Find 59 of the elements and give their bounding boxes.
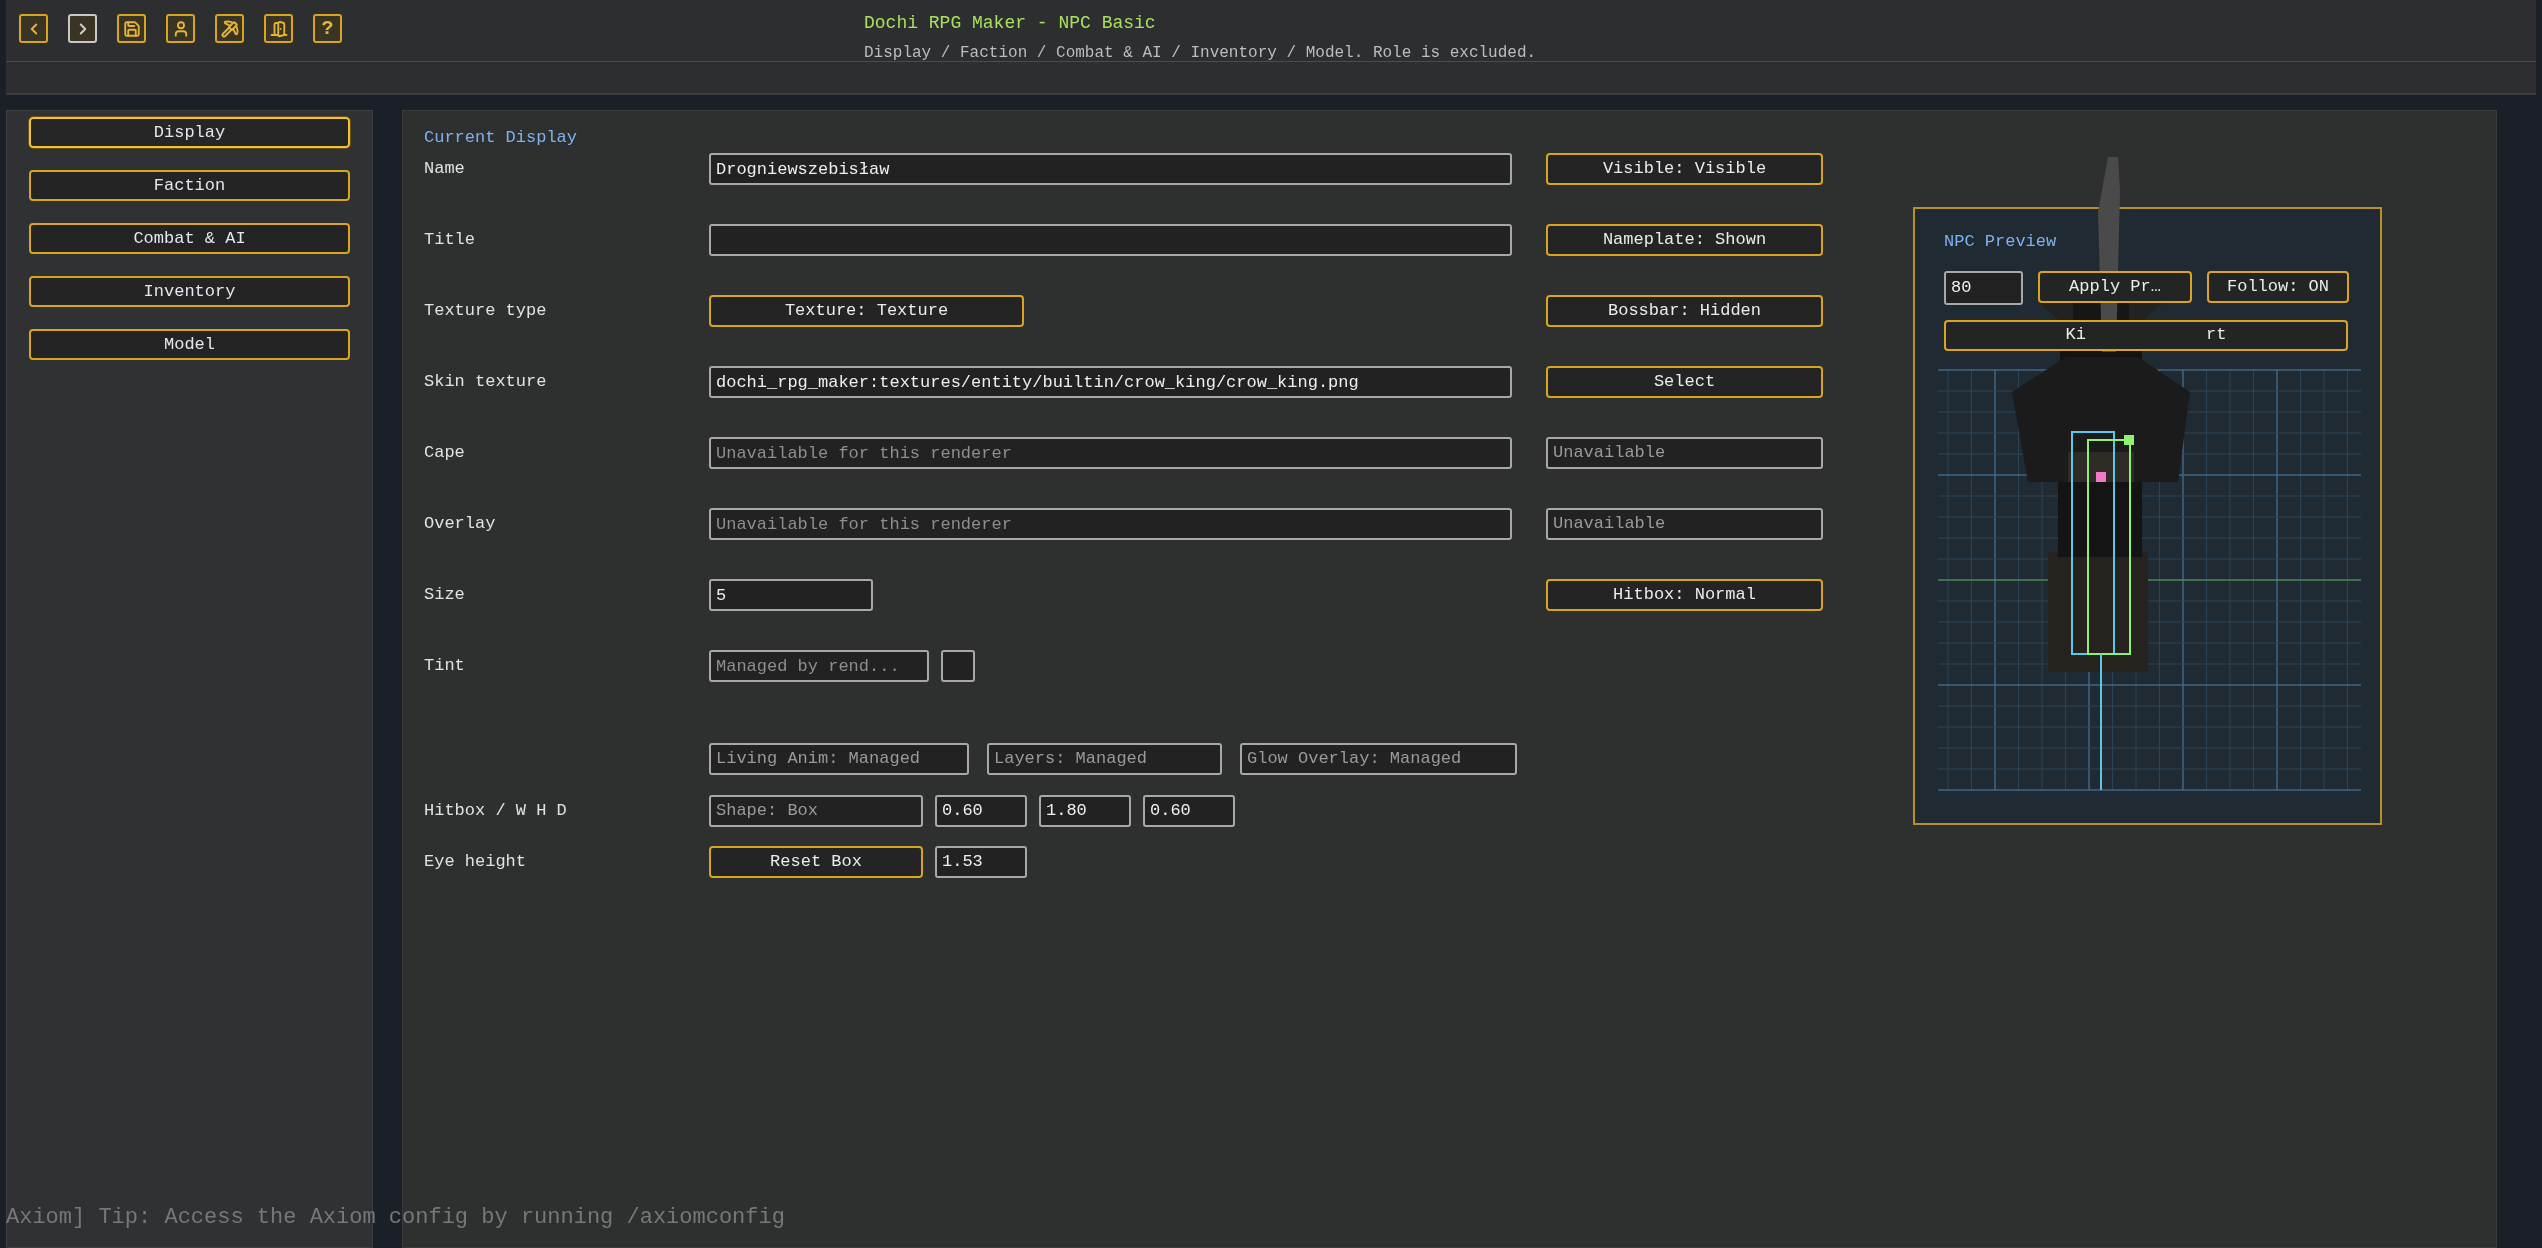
field-label: Name (424, 158, 465, 181)
toggle-button[interactable]: Select (1546, 366, 1823, 398)
zoom-field[interactable]: 80 (1944, 270, 2023, 305)
sidebar-item[interactable]: Display (29, 117, 350, 148)
shape-field: Shape: Box (709, 795, 923, 827)
input-field[interactable]: Managed by rend... (709, 650, 929, 682)
field-label: Hitbox / W H D (424, 801, 567, 821)
field-label: Eye height (424, 852, 527, 872)
follow-button[interactable]: Follow: ON (2207, 270, 2349, 303)
input-field[interactable]: Unavailable for this renderer (709, 508, 1512, 540)
door-icon (269, 19, 288, 38)
pickaxe-button[interactable] (215, 14, 244, 43)
field-label: Skin texture (424, 371, 547, 394)
toggle-button[interactable]: Visible: Visible (1546, 153, 1823, 185)
pickaxe-icon (220, 19, 239, 38)
toggle-button[interactable]: Hitbox: Normal (1546, 579, 1823, 611)
status-field: Living Anim: Managed (709, 743, 969, 775)
field-label: Texture type (424, 300, 547, 323)
sidebar-item[interactable]: Model (29, 329, 350, 360)
input-field[interactable]: dochi_rpg_maker:textures/entity/builtin/crow_king/crow_king.png (709, 366, 1512, 398)
status-field: Unavailable (1546, 508, 1823, 540)
status-field: Unavailable (1546, 437, 1823, 469)
chat-message: Axiom] Tip: Access the Axiom config by running /axiomconfig (6, 1204, 785, 1232)
status-field: Glow Overlay: Managed (1240, 743, 1517, 775)
back-button[interactable] (19, 14, 48, 43)
toggle-button[interactable]: Nameplate: Shown (1546, 224, 1823, 256)
input-field[interactable]: 1.80 (1039, 795, 1131, 827)
sidebar-item[interactable]: Combat & AI (29, 223, 350, 254)
input-field[interactable]: 0.60 (1143, 795, 1235, 827)
person-button[interactable] (166, 14, 195, 43)
wide-button[interactable]: Ki rt (1944, 319, 2348, 351)
door-button[interactable] (264, 14, 293, 43)
section-heading: Current Display (424, 127, 579, 149)
field-label: Tint (424, 655, 465, 678)
texture-type-button[interactable]: Texture: Texture (709, 295, 1024, 327)
input-field[interactable]: Unavailable for this renderer (709, 437, 1512, 469)
preview-title: NPC Preview (1944, 231, 2058, 253)
sidebar-item[interactable]: Faction (29, 170, 350, 201)
sidebar-item[interactable]: Inventory (29, 276, 350, 307)
forward-button[interactable] (68, 14, 97, 43)
input-field[interactable]: Drogniewszebisław (709, 153, 1512, 185)
field-label: Size (424, 584, 465, 607)
input-field[interactable]: 0.60 (935, 795, 1027, 827)
window-title: Dochi RPG Maker - NPC Basic (864, 12, 1156, 35)
input-field[interactable] (709, 224, 1512, 256)
status-field: Layers: Managed (987, 743, 1222, 775)
field-label: Cape (424, 442, 465, 465)
field-label: Overlay (424, 513, 496, 536)
help-button[interactable]: ? (313, 14, 342, 43)
input-field[interactable]: 1.53 (935, 846, 1027, 878)
color-swatch[interactable] (941, 650, 975, 682)
subtitle: Display / Faction / Combat & AI / Inventory / Model. Role is excluded. (864, 43, 1537, 64)
apply-button[interactable]: Apply Pr… (2038, 270, 2192, 303)
input-field[interactable]: 5 (709, 579, 873, 611)
field-label: Title (424, 229, 475, 252)
save-icon (122, 19, 141, 38)
save-button[interactable] (117, 14, 146, 43)
toggle-button[interactable]: Bossbar: Hidden (1546, 295, 1823, 327)
reset-box-button[interactable]: Reset Box (709, 846, 923, 878)
